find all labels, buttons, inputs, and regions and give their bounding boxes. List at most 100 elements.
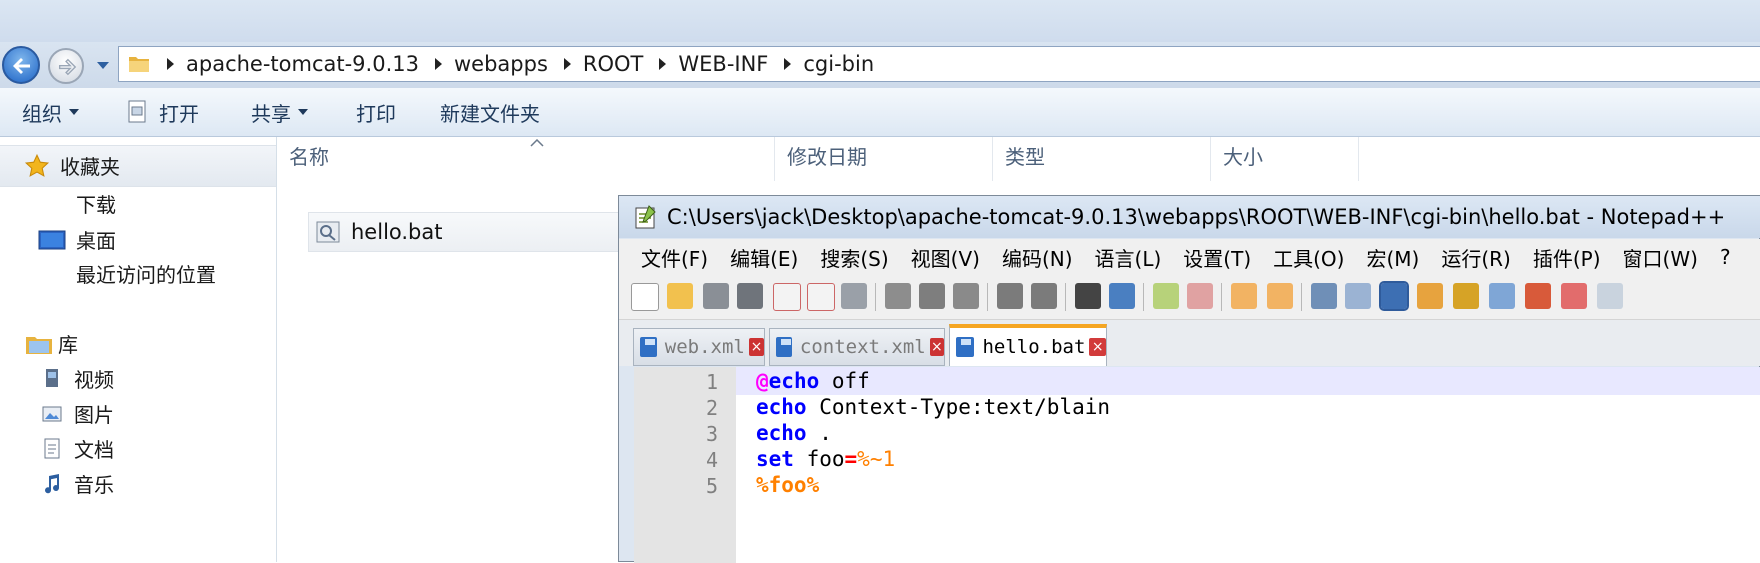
word-wrap-icon[interactable] (1311, 283, 1337, 309)
monitoring-icon[interactable] (1597, 283, 1623, 309)
nav-desktop[interactable]: 桌面 (38, 225, 116, 254)
replace-icon[interactable] (1109, 283, 1135, 309)
menu-macro[interactable]: 宏(M) (1366, 243, 1419, 272)
toolbar-separator (1143, 283, 1144, 311)
nav-music[interactable]: 音乐 (40, 469, 114, 498)
breadcrumb-separator[interactable] (167, 58, 174, 70)
redo-icon[interactable] (1031, 283, 1057, 309)
save-icon (776, 337, 792, 357)
breadcrumb-separator[interactable] (784, 58, 792, 70)
nav-videos[interactable]: 视频 (40, 364, 114, 393)
paste-icon[interactable] (953, 283, 979, 309)
zoom-in-icon[interactable] (1153, 283, 1179, 309)
breadcrumb-item[interactable]: apache-tomcat-9.0.13 (186, 52, 419, 76)
back-button[interactable] (2, 46, 40, 84)
open-file-icon[interactable] (667, 283, 693, 309)
new-folder-button[interactable]: 新建文件夹 (440, 98, 540, 127)
code-line[interactable]: %foo% (756, 473, 819, 497)
editor[interactable]: 1 2 3 4 5 @echo off echo Context-Type:te… (634, 367, 1760, 563)
folder-as-workspace-icon[interactable] (1561, 283, 1587, 309)
file-list-item[interactable]: hello.bat (308, 212, 628, 252)
code-line[interactable]: set foo=%~1 (756, 447, 895, 471)
user-language-icon[interactable] (1417, 283, 1443, 309)
tab-web-xml[interactable]: web.xml × (633, 328, 765, 366)
menu-encoding[interactable]: 编码(N) (1002, 243, 1073, 272)
close-file-icon[interactable] (773, 283, 801, 311)
address-bar[interactable]: apache-tomcat-9.0.13 webapps ROOT WEB-IN… (118, 46, 1760, 82)
close-icon[interactable]: × (748, 338, 764, 356)
menu-plugins[interactable]: 插件(P) (1533, 243, 1601, 272)
menu-tools[interactable]: 工具(O) (1273, 243, 1344, 272)
tab-hello-bat[interactable]: hello.bat × (949, 324, 1107, 366)
nav-recent[interactable]: 最近访问的位置 (76, 259, 216, 288)
menu-window[interactable]: 窗口(W) (1623, 243, 1698, 272)
tab-label: hello.bat (982, 336, 1086, 358)
token-text: . (806, 421, 832, 445)
new-file-icon[interactable] (631, 283, 659, 311)
column-size[interactable]: 大小 (1211, 137, 1359, 181)
breadcrumb-separator[interactable] (659, 58, 667, 70)
zoom-out-icon[interactable] (1187, 283, 1213, 309)
open-button[interactable]: 打开 (127, 98, 199, 127)
sync-horizontal-icon[interactable] (1267, 283, 1293, 309)
recent-pages-dropdown[interactable] (96, 60, 110, 70)
menu-view[interactable]: 视图(V) (911, 243, 980, 272)
nav-libraries-label: 库 (58, 333, 78, 357)
menu-edit[interactable]: 编辑(E) (730, 243, 798, 272)
menu-settings[interactable]: 设置(T) (1183, 243, 1251, 272)
column-name[interactable]: 名称 (277, 137, 775, 181)
menu-search[interactable]: 搜索(S) (820, 243, 888, 272)
video-icon (46, 368, 58, 387)
copy-icon[interactable] (919, 283, 945, 309)
share-button[interactable]: 共享 (251, 98, 308, 127)
forward-button[interactable] (48, 48, 84, 84)
open-label: 打开 (159, 101, 199, 126)
organize-button[interactable]: 组织 (22, 98, 79, 127)
menu-run[interactable]: 运行(R) (1441, 243, 1511, 272)
breadcrumb-item[interactable]: cgi-bin (803, 52, 874, 76)
function-list-icon[interactable] (1525, 283, 1551, 309)
close-icon[interactable]: × (1089, 338, 1106, 356)
nav-libraries[interactable]: 库 (24, 329, 78, 358)
line-number: 3 (705, 422, 718, 446)
toolbar-separator (987, 283, 988, 311)
column-modified[interactable]: 修改日期 (775, 137, 993, 181)
code-line[interactable]: echo Context-Type:text/blain (756, 395, 1110, 419)
tab-context-xml[interactable]: context.xml × (769, 328, 945, 366)
code-line[interactable]: @echo off (756, 369, 870, 393)
print-icon[interactable] (841, 283, 867, 309)
code-line[interactable]: echo . (756, 421, 832, 445)
print-button[interactable]: 打印 (356, 98, 396, 127)
notepadpp-titlebar[interactable]: C:\Users\jack\Desktop\apache-tomcat-9.0.… (619, 196, 1760, 238)
column-type[interactable]: 类型 (993, 137, 1211, 181)
close-all-icon[interactable] (807, 283, 835, 311)
close-icon[interactable]: × (929, 338, 944, 356)
token-text: Context-Type:text/blain (806, 395, 1111, 419)
nav-documents[interactable]: 文档 (40, 434, 114, 463)
document-map-icon[interactable] (1453, 283, 1479, 309)
nav-pictures[interactable]: 图片 (40, 399, 114, 428)
undo-icon[interactable] (997, 283, 1023, 309)
breadcrumb-item[interactable]: WEB-INF (678, 52, 768, 76)
sync-vertical-icon[interactable] (1231, 283, 1257, 309)
menu-help[interactable]: ? (1720, 245, 1731, 269)
token-at: @ (756, 369, 769, 393)
indent-guide-icon[interactable] (1379, 281, 1409, 311)
save-all-icon[interactable] (737, 283, 763, 309)
save-icon[interactable] (703, 283, 729, 309)
toolbar-separator (1065, 283, 1066, 311)
line-number: 5 (705, 474, 718, 498)
document-list-icon[interactable] (1489, 283, 1515, 309)
cut-icon[interactable] (885, 283, 911, 309)
find-icon[interactable] (1075, 283, 1101, 309)
nav-downloads[interactable]: 下载 (76, 189, 116, 218)
breadcrumb-item[interactable]: ROOT (583, 52, 643, 76)
nav-desktop-label: 桌面 (76, 229, 116, 253)
menu-language[interactable]: 语言(L) (1095, 243, 1162, 272)
show-all-chars-icon[interactable] (1345, 283, 1371, 309)
menu-file[interactable]: 文件(F) (641, 243, 708, 272)
breadcrumb-separator[interactable] (434, 58, 442, 70)
nav-favorites[interactable]: 收藏夹 (24, 151, 120, 180)
breadcrumb-separator[interactable] (563, 58, 571, 70)
breadcrumb-item[interactable]: webapps (454, 52, 548, 76)
